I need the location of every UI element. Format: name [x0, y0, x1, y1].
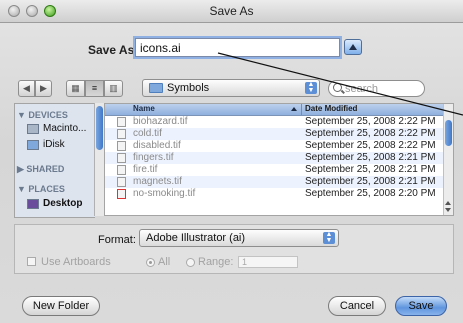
- file-date: September 25, 2008 2:20 PM: [305, 188, 436, 199]
- sidebar-header-shared[interactable]: ▶ SHARED: [17, 164, 64, 175]
- format-label: Format:: [98, 234, 136, 246]
- all-label: All: [158, 256, 171, 268]
- search-placeholder: search: [345, 83, 379, 95]
- range-radio[interactable]: [186, 258, 195, 267]
- new-folder-button[interactable]: New Folder: [22, 296, 100, 316]
- file-name: no-smoking.tif: [133, 188, 196, 199]
- all-radio[interactable]: [146, 258, 155, 267]
- file-list: Name Date Modified biohazard.tif Septemb…: [104, 103, 454, 216]
- file-row[interactable]: magnets.tif September 25, 2008 2:21 PM: [105, 176, 453, 188]
- file-list-scrollbar[interactable]: [443, 104, 453, 215]
- range-input[interactable]: [238, 256, 298, 268]
- tif-file-icon: [117, 189, 126, 199]
- idisk-icon: [27, 140, 39, 150]
- file-name: fire.tif: [133, 164, 158, 175]
- file-row[interactable]: biohazard.tif September 25, 2008 2:22 PM: [105, 116, 453, 128]
- file-date: September 25, 2008 2:22 PM: [305, 140, 436, 151]
- file-name: magnets.tif: [133, 176, 182, 187]
- expand-dialog-button[interactable]: [344, 39, 362, 55]
- popup-arrows-icon: ▲ ▼: [305, 81, 317, 94]
- tif-file-icon: [117, 153, 126, 163]
- tif-file-icon: [117, 117, 126, 127]
- sidebar: ▼ DEVICES Macinto... iDisk ▶ SHARED ▼ PL…: [14, 103, 95, 218]
- file-name: fingers.tif: [133, 152, 174, 163]
- sidebar-header-places[interactable]: ▼ PLACES: [17, 184, 65, 194]
- save-as-label: Save As:: [88, 43, 139, 57]
- location-label: Symbols: [167, 82, 210, 94]
- search-icon: [333, 83, 342, 92]
- title-bar: Save As: [0, 0, 463, 23]
- scroll-up-icon[interactable]: [445, 201, 451, 205]
- file-date: September 25, 2008 2:22 PM: [305, 128, 436, 139]
- sidebar-item-macintosh[interactable]: Macinto...: [43, 123, 86, 134]
- list-view-button[interactable]: ≡: [85, 80, 104, 97]
- range-label: Range:: [198, 256, 234, 268]
- use-artboards-label: Use Artboards: [41, 256, 111, 268]
- file-row[interactable]: fingers.tif September 25, 2008 2:21 PM: [105, 152, 453, 164]
- file-row[interactable]: disabled.tif September 25, 2008 2:22 PM: [105, 140, 453, 152]
- icon-view-button[interactable]: ▦: [66, 80, 85, 97]
- column-header-name[interactable]: Name: [133, 104, 155, 113]
- file-date: September 25, 2008 2:22 PM: [305, 116, 436, 127]
- window-title: Save As: [209, 4, 254, 18]
- file-list-scroll-thumb[interactable]: [445, 120, 452, 146]
- column-divider[interactable]: [301, 104, 302, 115]
- column-view-button[interactable]: ▥: [104, 80, 123, 97]
- hard-drive-icon: [27, 124, 39, 134]
- sidebar-scroll-thumb[interactable]: [96, 106, 103, 150]
- tif-file-icon: [117, 129, 126, 139]
- file-row[interactable]: cold.tif September 25, 2008 2:22 PM: [105, 128, 453, 140]
- cancel-button[interactable]: Cancel: [328, 296, 386, 316]
- save-as-filename-input[interactable]: [135, 38, 340, 57]
- location-popup[interactable]: Symbols ▲ ▼: [142, 79, 320, 97]
- sidebar-item-desktop[interactable]: Desktop: [43, 198, 82, 209]
- file-name: cold.tif: [133, 128, 162, 139]
- file-name: biohazard.tif: [133, 116, 188, 127]
- file-date: September 25, 2008 2:21 PM: [305, 176, 436, 187]
- format-popup[interactable]: Adobe Illustrator (ai) ▲ ▼: [139, 229, 339, 247]
- file-date: September 25, 2008 2:21 PM: [305, 152, 436, 163]
- file-list-header: Name Date Modified: [105, 104, 453, 116]
- sidebar-item-idisk[interactable]: iDisk: [43, 139, 65, 150]
- file-date: September 25, 2008 2:21 PM: [305, 164, 436, 175]
- format-value: Adobe Illustrator (ai): [146, 232, 246, 244]
- sidebar-header-devices[interactable]: ▼ DEVICES: [17, 110, 68, 120]
- tif-file-icon: [117, 177, 126, 187]
- desktop-icon: [27, 199, 39, 209]
- search-field[interactable]: search: [328, 80, 425, 97]
- tif-file-icon: [117, 165, 126, 175]
- save-button[interactable]: Save: [395, 296, 447, 316]
- folder-icon: [149, 83, 163, 93]
- scroll-down-icon[interactable]: [445, 208, 451, 212]
- tif-file-icon: [117, 141, 126, 151]
- chevron-up-icon: [349, 44, 357, 50]
- popup-arrows-icon: ▲ ▼: [323, 231, 335, 244]
- file-row[interactable]: no-smoking.tif September 25, 2008 2:20 P…: [105, 188, 453, 200]
- back-button[interactable]: ◀: [18, 80, 35, 97]
- use-artboards-checkbox[interactable]: [27, 257, 36, 266]
- sidebar-scrollbar[interactable]: [94, 103, 104, 216]
- sort-ascending-icon: [291, 107, 297, 111]
- file-name: disabled.tif: [133, 140, 181, 151]
- file-row[interactable]: fire.tif September 25, 2008 2:21 PM: [105, 164, 453, 176]
- column-header-date-modified[interactable]: Date Modified: [305, 104, 357, 113]
- forward-button[interactable]: ▶: [35, 80, 52, 97]
